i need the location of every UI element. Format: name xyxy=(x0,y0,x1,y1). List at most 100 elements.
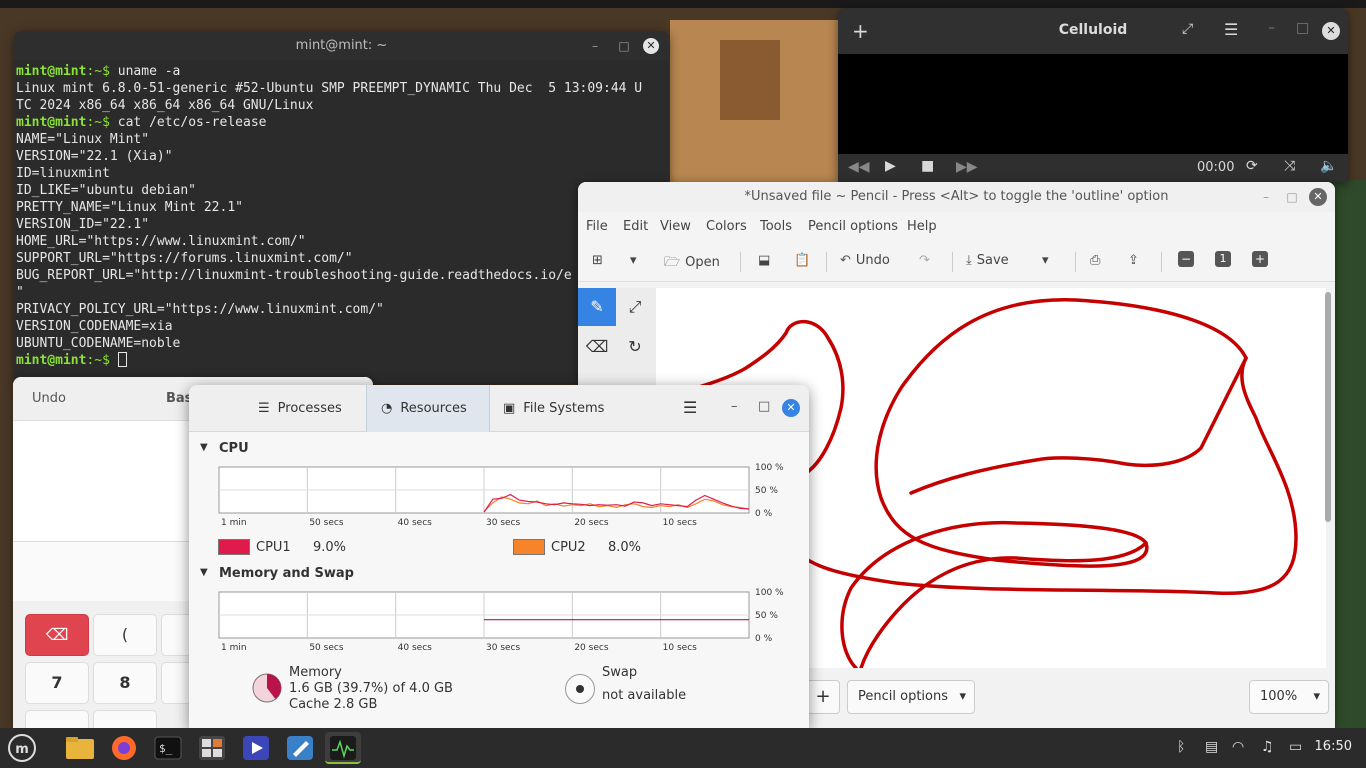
x-tick-label: 10 secs xyxy=(663,643,697,653)
zoom-out-icon[interactable]: − xyxy=(1178,251,1194,267)
minimize-icon[interactable]: – xyxy=(1268,20,1275,36)
redo-icon[interactable]: ↷ xyxy=(919,253,930,268)
terminal-launcher[interactable]: $_ xyxy=(150,732,186,764)
import-icon[interactable]: ⬓ xyxy=(758,253,770,268)
notes-icon[interactable]: ▤ xyxy=(1205,739,1218,755)
undo-button[interactable]: ↶ Undo xyxy=(840,253,890,268)
minimize-icon[interactable]: – xyxy=(1258,189,1274,205)
volume-icon[interactable]: 🔈 xyxy=(1320,158,1337,174)
menu-edit[interactable]: Edit xyxy=(623,219,648,234)
terminal-line: Linux mint 6.8.0-51-generic #52-Ubuntu S… xyxy=(16,80,667,97)
swap-indicator-icon[interactable] xyxy=(565,674,595,704)
output-text: UBUNTU_CODENAME=noble xyxy=(16,336,181,351)
celluloid-launcher[interactable] xyxy=(238,732,274,764)
zoom-reset-button[interactable]: 1 xyxy=(1215,251,1231,267)
bluetooth-icon[interactable]: ᛒ xyxy=(1177,739,1185,755)
loop-icon[interactable]: ⟳ xyxy=(1246,158,1258,174)
tab-processes[interactable]: ☰ Processes xyxy=(244,385,356,432)
stop-icon[interactable]: ■ xyxy=(921,158,934,174)
system-monitor-launcher[interactable] xyxy=(325,732,361,764)
key-7[interactable]: 7 xyxy=(25,662,89,704)
firefox-launcher[interactable] xyxy=(106,732,142,764)
terminal-title: mint@mint: ~ xyxy=(295,38,388,53)
pencil-launcher[interactable] xyxy=(282,732,318,764)
toolbar-separator xyxy=(826,252,827,272)
undo-icon: ↶ xyxy=(840,253,851,268)
maximize-icon[interactable]: □ xyxy=(616,38,632,54)
vertical-scrollbar[interactable] xyxy=(1325,292,1331,522)
memory-pie-icon[interactable] xyxy=(251,672,283,704)
menu-button[interactable]: m xyxy=(4,732,40,764)
pencil-toolbar: ⊞ ▾ 🗁 Open ⬓ 📋 ↶ Undo ↷ ⤓ Save ▾ ⎙ ⇪ − 1 + xyxy=(578,242,1335,282)
collapse-memory-icon[interactable]: ▼ xyxy=(200,567,208,578)
key-8[interactable]: 8 xyxy=(93,662,157,704)
save-button[interactable]: ⤓ Save xyxy=(966,253,1009,268)
memory-cache: Cache 2.8 GB xyxy=(289,697,378,712)
prompt-user: mint@mint xyxy=(16,64,87,79)
menu-file[interactable]: File xyxy=(586,219,608,234)
new-image-icon[interactable]: ⊞ xyxy=(592,253,603,268)
prompt-user: mint@mint xyxy=(16,353,87,368)
menu-tools[interactable]: Tools xyxy=(760,219,792,234)
close-icon[interactable]: ✕ xyxy=(1309,188,1327,206)
clipboard-icon[interactable]: 📋 xyxy=(794,253,810,268)
maximize-icon[interactable]: □ xyxy=(758,399,770,414)
fullscreen-icon[interactable]: ⤢ xyxy=(1182,21,1193,37)
battery-icon[interactable]: ▭ xyxy=(1289,739,1302,755)
celluloid-window[interactable]: + Celluloid ⤢ ☰ – □ ✕ ◀◀ ▶ ■ ▶▶ 00:00 ⟳ … xyxy=(838,8,1348,182)
minimize-icon[interactable]: – xyxy=(731,399,738,414)
calc-key[interactable] xyxy=(25,710,89,728)
print-icon[interactable]: ⎙ xyxy=(1090,253,1100,268)
chevron-down-icon[interactable]: ▾ xyxy=(1042,253,1049,268)
minimize-icon[interactable]: – xyxy=(587,38,603,54)
terminal-output[interactable]: mint@mint:~$ uname -a Linux mint 6.8.0-51… xyxy=(14,60,669,372)
cpu2-swatch[interactable] xyxy=(513,539,545,555)
menu-help[interactable]: Help xyxy=(907,219,937,234)
terminal-window[interactable]: mint@mint: ~ – □ ✕ mint@mint:~$ uname -a… xyxy=(14,31,669,383)
eraser-tool-icon[interactable]: ⌫ xyxy=(578,328,616,366)
undo-button[interactable]: Undo xyxy=(32,391,66,406)
network-wifi-icon[interactable]: ◠ xyxy=(1232,739,1244,755)
add-icon[interactable]: + xyxy=(806,680,840,714)
close-icon[interactable]: ✕ xyxy=(643,38,659,54)
files-launcher[interactable] xyxy=(62,732,98,764)
zoom-in-icon[interactable]: + xyxy=(1252,251,1268,267)
paren-key[interactable]: ( xyxy=(93,614,157,656)
backspace-key[interactable]: ⌫ xyxy=(25,614,89,656)
maximize-icon[interactable]: □ xyxy=(1296,20,1309,36)
chevron-down-icon[interactable]: ▾ xyxy=(630,253,637,268)
calc-key[interactable] xyxy=(93,710,157,728)
menu-colors[interactable]: Colors xyxy=(706,219,747,234)
menu-view[interactable]: View xyxy=(660,219,691,234)
shuffle-icon[interactable]: ⤨ xyxy=(1284,158,1295,174)
pencil-options-dropdown[interactable]: Pencil options ▾ xyxy=(847,680,975,714)
play-icon[interactable]: ▶ xyxy=(885,158,896,174)
hamburger-menu-icon[interactable]: ☰ xyxy=(1224,20,1238,39)
clock[interactable]: 16:50 xyxy=(1315,739,1352,754)
tab-resources[interactable]: ◔ Resources xyxy=(366,385,490,432)
tab-file-systems[interactable]: ▣ File Systems xyxy=(489,385,618,432)
share-icon[interactable]: ⇪ xyxy=(1128,253,1139,268)
output-text: ID_LIKE="ubuntu debian" xyxy=(16,183,197,198)
output-text: SUPPORT_URL="https://forums.linuxmint.co… xyxy=(16,251,353,266)
open-button[interactable]: 🗁 Open xyxy=(664,253,720,275)
forward-icon[interactable]: ▶▶ xyxy=(956,159,978,175)
rewind-icon[interactable]: ◀◀ xyxy=(848,159,870,175)
hamburger-menu-icon[interactable]: ☰ xyxy=(683,398,697,417)
pencil-tool-icon[interactable]: ✎ xyxy=(578,288,616,326)
folder-icon: 🗁 xyxy=(664,255,681,270)
close-icon[interactable]: ✕ xyxy=(1322,22,1340,40)
rotate-tool-icon[interactable]: ↻ xyxy=(616,328,654,366)
zoom-dropdown[interactable]: 100% ▾ xyxy=(1249,680,1329,714)
terminal-line: PRETTY_NAME="Linux Mint 22.1" xyxy=(16,199,667,216)
video-area[interactable] xyxy=(838,54,1348,154)
sound-icon[interactable]: ♫ xyxy=(1261,739,1274,755)
menu-pencil-options[interactable]: Pencil options xyxy=(808,219,898,234)
calculator-launcher[interactable] xyxy=(194,732,230,764)
system-monitor-window[interactable]: ☰ Processes ◔ Resources ▣ File Systems ☰ – … xyxy=(189,385,809,728)
cpu1-swatch[interactable] xyxy=(218,539,250,555)
maximize-icon[interactable]: □ xyxy=(1284,189,1300,205)
expand-tool-icon[interactable]: ⤢ xyxy=(616,288,654,326)
collapse-cpu-icon[interactable]: ▼ xyxy=(200,442,208,453)
close-icon[interactable]: ✕ xyxy=(782,399,800,417)
